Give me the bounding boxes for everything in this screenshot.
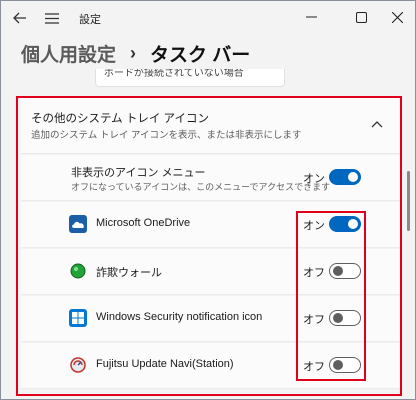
section-header[interactable]: その他のシステム トレイ アイコン 追加のシステム トレイ アイコンを表示、また… [21,98,401,154]
tray-item-row: Microsoft OneDrive オン [21,202,401,248]
settings-window: 設定 個人用設定 › タスク バー ボードが接続されていない場合 その他のシステ… [0,0,416,400]
tray-item-row: Fujitsu Update Navi(Station) オフ [21,343,401,389]
toggle-knob [333,360,343,370]
page-title: タスク バー [150,44,251,66]
tray-item-label: Windows Security notification icon [96,311,263,323]
hidden-icon-menu-subtitle: オフになっているアイコンは、このメニューでアクセスできます [71,182,331,192]
breadcrumb-separator: › [130,42,137,63]
tray-item-label: Microsoft OneDrive [96,217,191,229]
back-arrow-icon [13,12,26,24]
section-description: 追加のシステム トレイ アイコンを表示、または非表示にします [31,130,302,141]
tray-icons-section: その他のシステム トレイ アイコン 追加のシステム トレイ アイコンを表示、また… [21,98,401,398]
navigation-menu-button[interactable] [41,7,63,29]
breadcrumb-parent[interactable]: 個人用設定 [21,40,116,67]
partial-dropdown[interactable]: ボードが接続されていない場合 [95,69,285,87]
breadcrumb: 個人用設定 › タスク バー [21,39,250,67]
back-button[interactable] [9,7,31,29]
toggle-knob [348,172,358,182]
toggle-knob [333,313,343,323]
close-button[interactable] [377,5,416,29]
hidden-icon-menu-toggle[interactable] [329,169,361,185]
tray-item-row: 詐欺ウォール オフ [21,249,401,295]
maximize-button[interactable] [341,5,381,29]
tray-item-state: オフ [303,361,325,373]
windows-security-toggle[interactable] [329,310,361,326]
hidden-icon-menu-state: オン [303,173,325,185]
title-bar: 設定 [1,1,415,35]
tray-item-label: 詐欺ウォール [96,267,162,279]
scrollbar[interactable] [407,171,410,231]
green-ball-icon [69,262,87,280]
dropdown-value: ボードが接続されていない場合 [104,69,244,79]
app-title: 設定 [79,14,101,26]
fujitsu-update-icon [69,356,87,374]
maximize-icon [355,11,367,23]
toggle-knob [348,219,358,229]
hamburger-menu-icon [45,12,59,24]
minimize-button[interactable] [291,5,331,29]
onedrive-toggle[interactable] [329,216,361,232]
windows-security-icon [69,309,87,327]
scam-wall-toggle[interactable] [329,263,361,279]
tray-item-state: オン [303,220,325,232]
minimize-icon [305,16,317,18]
tray-item-label: Fujitsu Update Navi(Station) [96,358,234,370]
chevron-up-icon[interactable] [371,120,383,128]
tray-item-state: オフ [303,267,325,279]
hidden-icon-menu-row: 非表示のアイコン メニュー オフになっているアイコンは、このメニューでアクセスで… [21,155,401,201]
fujitsu-update-toggle[interactable] [329,357,361,373]
section-title: その他のシステム トレイ アイコン [31,113,209,125]
tray-item-state: オフ [303,314,325,326]
hidden-icon-menu-title: 非表示のアイコン メニュー [71,167,206,179]
tray-item-row: Windows Security notification icon オフ [21,296,401,342]
close-icon [391,11,403,23]
onedrive-cloud-icon [69,215,87,233]
toggle-knob [333,266,343,276]
